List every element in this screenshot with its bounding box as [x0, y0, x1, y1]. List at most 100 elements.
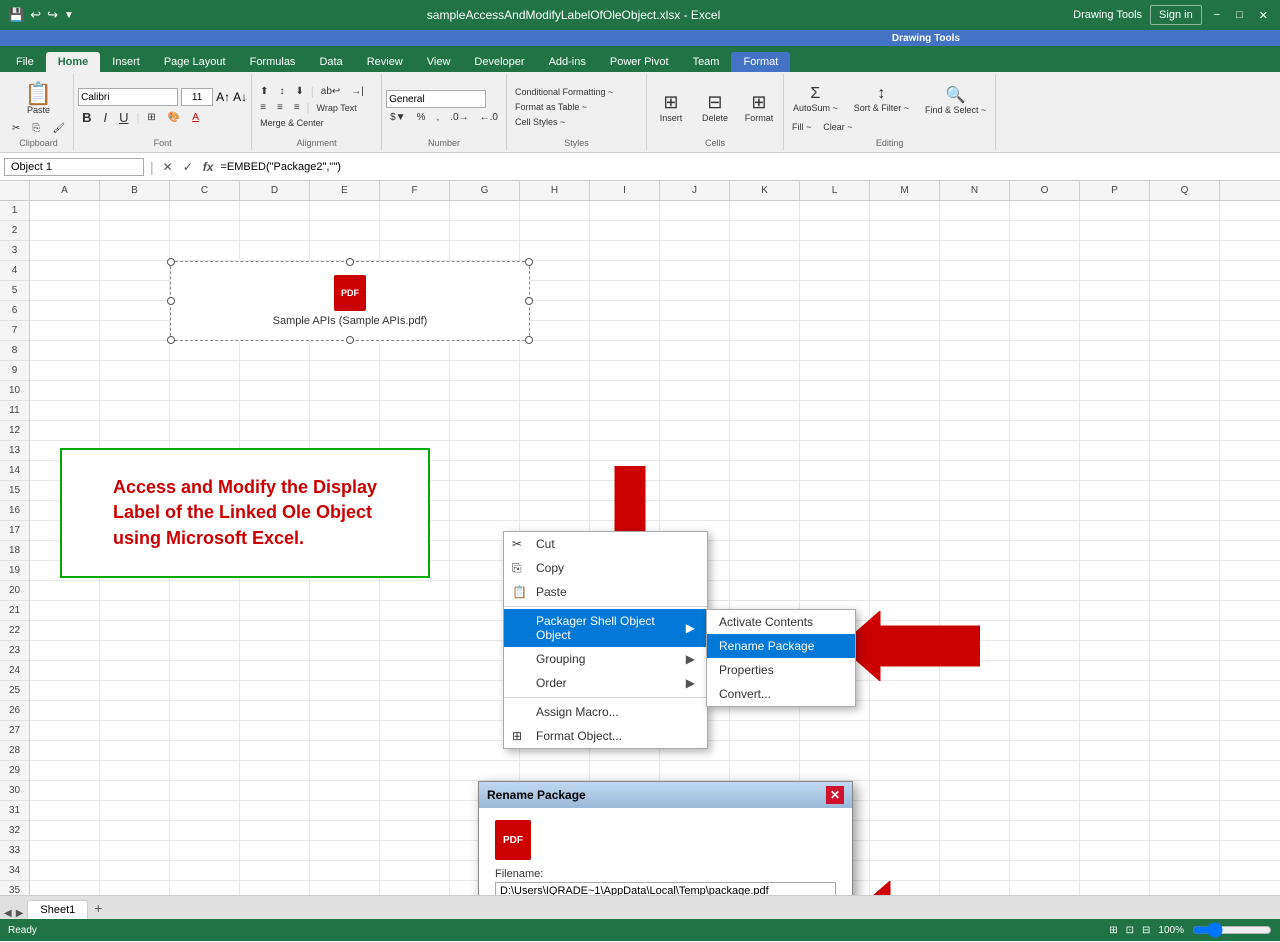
- cell-9-11[interactable]: [800, 361, 870, 380]
- ctx-assign-macro[interactable]: Assign Macro...: [504, 700, 707, 724]
- cell-11-16[interactable]: [1150, 401, 1220, 420]
- cell-29-6[interactable]: [450, 761, 520, 780]
- cell-35-0[interactable]: [30, 881, 100, 895]
- cell-9-8[interactable]: [590, 361, 660, 380]
- cell-30-5[interactable]: [380, 781, 450, 800]
- cell-4-13[interactable]: [940, 261, 1010, 280]
- cell-13-12[interactable]: [870, 441, 940, 460]
- cell-6-16[interactable]: [1150, 301, 1220, 320]
- cell-27-2[interactable]: [170, 721, 240, 740]
- cell-3-3[interactable]: [240, 241, 310, 260]
- confirm-formula-button[interactable]: ✓: [180, 160, 196, 174]
- add-sheet-button[interactable]: +: [88, 897, 108, 919]
- cell-28-14[interactable]: [1010, 741, 1080, 760]
- cell-6-1[interactable]: [100, 301, 170, 320]
- cell-2-8[interactable]: [590, 221, 660, 240]
- cell-25-15[interactable]: [1080, 681, 1150, 700]
- cell-22-2[interactable]: [170, 621, 240, 640]
- cell-24-16[interactable]: [1150, 661, 1220, 680]
- cell-22-15[interactable]: [1080, 621, 1150, 640]
- cell-12-14[interactable]: [1010, 421, 1080, 440]
- sheet-tab-sheet1[interactable]: Sheet1: [27, 900, 88, 919]
- cell-35-15[interactable]: [1080, 881, 1150, 895]
- cell-15-9[interactable]: [660, 481, 730, 500]
- cell-28-4[interactable]: [310, 741, 380, 760]
- increase-decimal-button[interactable]: .0→: [446, 111, 472, 124]
- handle-tr[interactable]: [525, 258, 533, 266]
- minimize-button[interactable]: −: [1210, 7, 1224, 23]
- cell-32-16[interactable]: [1150, 821, 1220, 840]
- tab-data[interactable]: Data: [307, 52, 354, 72]
- cell-26-1[interactable]: [100, 701, 170, 720]
- undo-icon[interactable]: ↩: [30, 7, 41, 23]
- cell-29-5[interactable]: [380, 761, 450, 780]
- cell-23-15[interactable]: [1080, 641, 1150, 660]
- cell-33-4[interactable]: [310, 841, 380, 860]
- percent-button[interactable]: %: [413, 111, 430, 124]
- cell-11-14[interactable]: [1010, 401, 1080, 420]
- cell-26-13[interactable]: [940, 701, 1010, 720]
- font-name-input[interactable]: [78, 88, 178, 106]
- borders-button[interactable]: ⊞: [143, 111, 159, 124]
- cell-8-15[interactable]: [1080, 341, 1150, 360]
- cell-2-4[interactable]: [310, 221, 380, 240]
- cell-11-11[interactable]: [800, 401, 870, 420]
- cell-21-3[interactable]: [240, 601, 310, 620]
- cell-12-3[interactable]: [240, 421, 310, 440]
- cell-31-14[interactable]: [1010, 801, 1080, 820]
- cell-27-0[interactable]: [30, 721, 100, 740]
- cell-11-10[interactable]: [730, 401, 800, 420]
- cell-6-11[interactable]: [800, 301, 870, 320]
- tab-home[interactable]: Home: [46, 52, 101, 72]
- cell-31-2[interactable]: [170, 801, 240, 820]
- cell-9-14[interactable]: [1010, 361, 1080, 380]
- cell-1-13[interactable]: [940, 201, 1010, 220]
- cell-14-16[interactable]: [1150, 461, 1220, 480]
- cell-29-8[interactable]: [590, 761, 660, 780]
- align-left-button[interactable]: ≡: [256, 101, 270, 114]
- cell-32-14[interactable]: [1010, 821, 1080, 840]
- cell-26-12[interactable]: [870, 701, 940, 720]
- cell-30-16[interactable]: [1150, 781, 1220, 800]
- cell-16-10[interactable]: [730, 501, 800, 520]
- cell-8-5[interactable]: [380, 341, 450, 360]
- cell-20-16[interactable]: [1150, 581, 1220, 600]
- cell-30-0[interactable]: [30, 781, 100, 800]
- col-header-f[interactable]: F: [380, 181, 450, 200]
- cell-20-5[interactable]: [380, 581, 450, 600]
- cell-4-15[interactable]: [1080, 261, 1150, 280]
- cell-8-11[interactable]: [800, 341, 870, 360]
- cell-9-16[interactable]: [1150, 361, 1220, 380]
- cell-23-3[interactable]: [240, 641, 310, 660]
- cell-1-5[interactable]: [380, 201, 450, 220]
- cell-4-16[interactable]: [1150, 261, 1220, 280]
- cell-24-4[interactable]: [310, 661, 380, 680]
- cell-27-15[interactable]: [1080, 721, 1150, 740]
- cell-29-1[interactable]: [100, 761, 170, 780]
- find-select-button[interactable]: 🔍 Find & Select ~: [920, 82, 991, 118]
- cell-25-1[interactable]: [100, 681, 170, 700]
- cell-13-7[interactable]: [520, 441, 590, 460]
- cell-19-12[interactable]: [870, 561, 940, 580]
- cell-18-12[interactable]: [870, 541, 940, 560]
- cell-10-1[interactable]: [100, 381, 170, 400]
- cell-31-13[interactable]: [940, 801, 1010, 820]
- cell-24-1[interactable]: [100, 661, 170, 680]
- cell-10-7[interactable]: [520, 381, 590, 400]
- cell-14-7[interactable]: [520, 461, 590, 480]
- cell-8-12[interactable]: [870, 341, 940, 360]
- cell-13-8[interactable]: [590, 441, 660, 460]
- cell-32-13[interactable]: [940, 821, 1010, 840]
- align-middle-button[interactable]: ↕: [276, 85, 289, 98]
- formula-input[interactable]: [220, 161, 1276, 173]
- merge-center-button[interactable]: Merge & Center: [256, 117, 377, 129]
- col-header-n[interactable]: N: [940, 181, 1010, 200]
- cell-20-0[interactable]: [30, 581, 100, 600]
- cell-29-16[interactable]: [1150, 761, 1220, 780]
- cell-9-12[interactable]: [870, 361, 940, 380]
- cell-12-16[interactable]: [1150, 421, 1220, 440]
- cell-10-14[interactable]: [1010, 381, 1080, 400]
- cell-15-10[interactable]: [730, 481, 800, 500]
- cell-20-13[interactable]: [940, 581, 1010, 600]
- cell-31-16[interactable]: [1150, 801, 1220, 820]
